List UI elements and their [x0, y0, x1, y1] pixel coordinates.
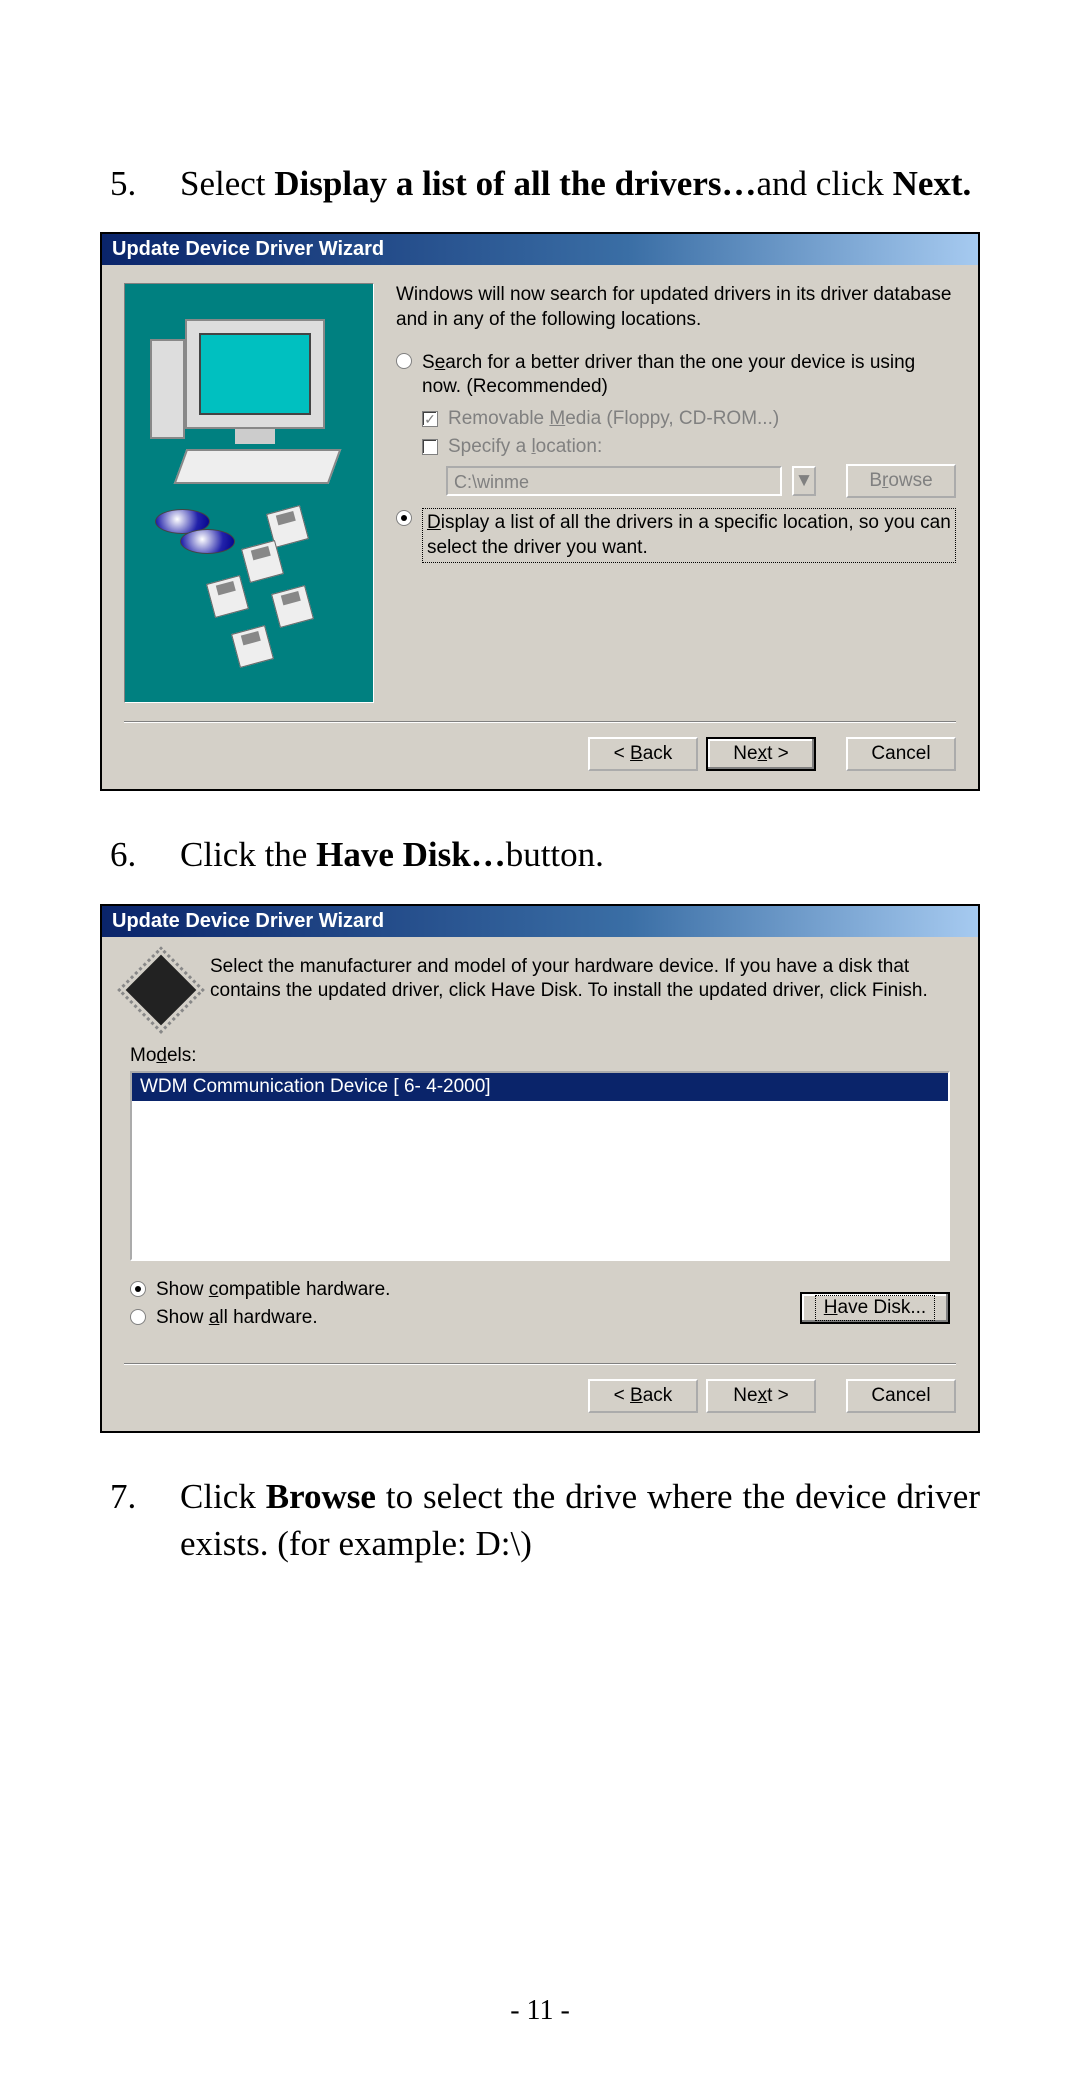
have-disk-button[interactable]: Have Disk... [800, 1292, 950, 1324]
location-dropdown-button[interactable]: ▼ [792, 466, 816, 496]
back-button[interactable]: < Back [588, 737, 698, 771]
model-item-selected[interactable]: WDM Communication Device [ 6- 4-2000] [132, 1073, 948, 1101]
checkbox-icon [422, 439, 438, 455]
radio-icon [396, 353, 412, 369]
radio-icon [130, 1281, 146, 1297]
step-6: 6. Click the Have Disk…button. [100, 831, 980, 878]
wizard-illustration [124, 283, 374, 703]
radio-search-better[interactable]: Search for a better driver than the one … [396, 351, 956, 400]
cancel-button[interactable]: Cancel [846, 737, 956, 771]
wizard-2-titlebar: Update Device Driver Wizard [102, 906, 978, 937]
step-7-text: Click Browse to select the drive where t… [180, 1473, 980, 1568]
wizard-1: Update Device Driver Wizard Windows will… [100, 232, 980, 791]
models-label: Models: [130, 1045, 950, 1067]
models-listbox[interactable]: WDM Communication Device [ 6- 4-2000] [130, 1071, 950, 1261]
back-button[interactable]: < Back [588, 1379, 698, 1413]
radio-icon [130, 1309, 146, 1325]
step-6-number: 6. [100, 831, 180, 878]
radio-show-all[interactable]: Show all hardware. [130, 1307, 800, 1329]
location-input[interactable]: C:\winme [446, 466, 782, 496]
checkbox-icon [422, 411, 438, 427]
radio-display-list[interactable]: Display a list of all the drivers in a s… [396, 508, 956, 563]
next-button[interactable]: Next > [706, 737, 816, 771]
wizard-1-description: Windows will now search for updated driv… [396, 283, 956, 332]
cancel-button[interactable]: Cancel [846, 1379, 956, 1413]
page-number: - 11 - [0, 1995, 1080, 2027]
step-6-text: Click the Have Disk…button. [180, 831, 980, 878]
radio-show-compatible[interactable]: Show compatible hardware. [130, 1279, 800, 1301]
step-7-number: 7. [100, 1473, 180, 1568]
browse-button[interactable]: Browse [846, 464, 956, 498]
step-5-number: 5. [100, 160, 180, 207]
checkbox-removable-media[interactable]: Removable Media (Floppy, CD-ROM...) [422, 408, 956, 430]
step-5: 5. Select Display a list of all the driv… [100, 160, 980, 207]
chip-icon [126, 954, 197, 1025]
next-button[interactable]: Next > [706, 1379, 816, 1413]
step-5-text: Select Display a list of all the drivers… [180, 160, 980, 207]
wizard-2-description: Select the manufacturer and model of you… [210, 955, 950, 1015]
radio-icon [396, 510, 412, 526]
step-7: 7. Click Browse to select the drive wher… [100, 1473, 980, 1568]
checkbox-specify-location[interactable]: Specify a location: [422, 436, 956, 458]
wizard-1-titlebar: Update Device Driver Wizard [102, 234, 978, 265]
wizard-2: Update Device Driver Wizard Select the m… [100, 904, 980, 1433]
